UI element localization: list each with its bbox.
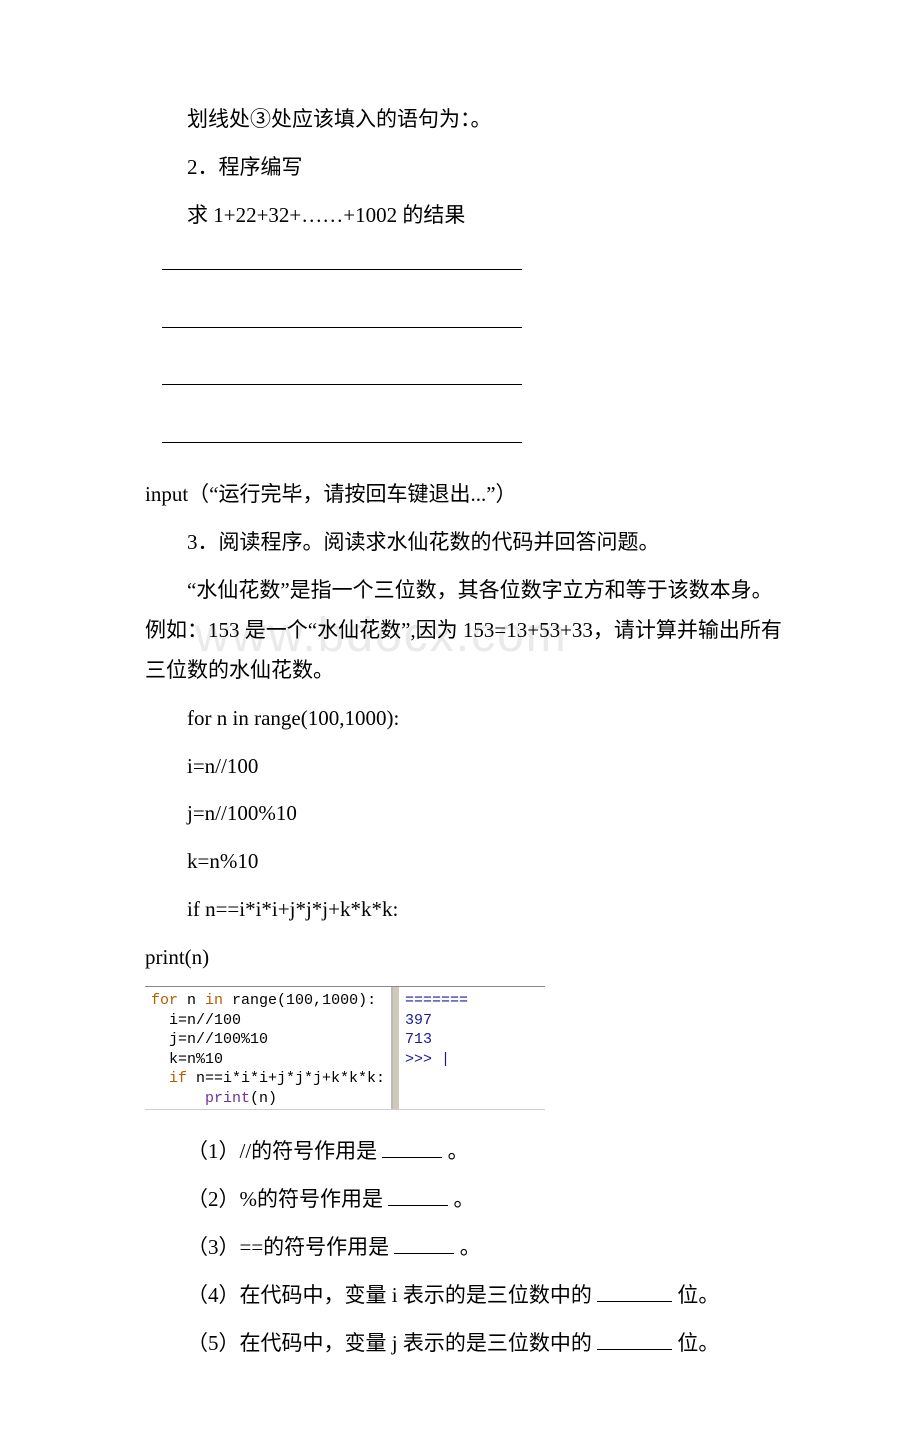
- kw-if: if: [151, 1070, 187, 1087]
- blank-q4: [597, 1282, 672, 1302]
- kw-for: for: [151, 992, 178, 1009]
- kw-in: in: [205, 992, 223, 1009]
- blank-q1: [382, 1138, 442, 1158]
- answer-blank-1: [145, 244, 790, 284]
- answer-blank-3: [145, 359, 790, 399]
- code-screenshot: for n in range(100,1000): i=n//100 j=n//…: [145, 986, 545, 1110]
- code-line-3: j=n//100%10: [145, 794, 790, 834]
- heading-program-write: 2．程序编写: [145, 148, 790, 188]
- question-3: （3）==的符号作用是 。: [145, 1228, 790, 1268]
- problem-sum: 求 1+22+32+……+1002 的结果: [145, 196, 790, 236]
- code-line-1: for n in range(100,1000):: [145, 699, 790, 739]
- answer-blank-2: [145, 302, 790, 342]
- blank-q5: [597, 1330, 672, 1350]
- fn-print: print: [151, 1090, 250, 1107]
- heading-read-program: 3．阅读程序。阅读求水仙花数的代码并回答问题。: [145, 523, 790, 563]
- code-line-4: k=n%10: [145, 842, 790, 882]
- line-blank-3: 划线处③处应该填入的语句为：。: [145, 100, 790, 140]
- code-line-6: print(n): [145, 938, 790, 978]
- code-line-5: if n==i*i*i+j*j*j+k*k*k:: [145, 890, 790, 930]
- narcissus-description: “水仙花数”是指一个三位数，其各位数字立方和等于该数本身。例如：153 是一个“…: [145, 571, 790, 691]
- question-4: （4）在代码中，变量 i 表示的是三位数中的 位。: [145, 1276, 790, 1316]
- blank-q2: [388, 1186, 448, 1206]
- input-line: input（“运行完毕，请按回车键退出...”）: [145, 475, 790, 515]
- question-1: （1）//的符号作用是 。: [145, 1132, 790, 1172]
- code-editor-pane: for n in range(100,1000): i=n//100 j=n//…: [145, 987, 393, 1109]
- document-content: 划线处③处应该填入的语句为：。 2．程序编写 求 1+22+32+……+1002…: [145, 100, 790, 1363]
- question-5: （5）在代码中，变量 j 表示的是三位数中的 位。: [145, 1324, 790, 1364]
- blank-q3: [394, 1234, 454, 1254]
- code-line-2: i=n//100: [145, 747, 790, 787]
- answer-blank-4: [145, 417, 790, 457]
- question-2: （2）%的符号作用是 。: [145, 1180, 790, 1220]
- code-output-pane: ======= 397 713 >>> |: [393, 987, 533, 1109]
